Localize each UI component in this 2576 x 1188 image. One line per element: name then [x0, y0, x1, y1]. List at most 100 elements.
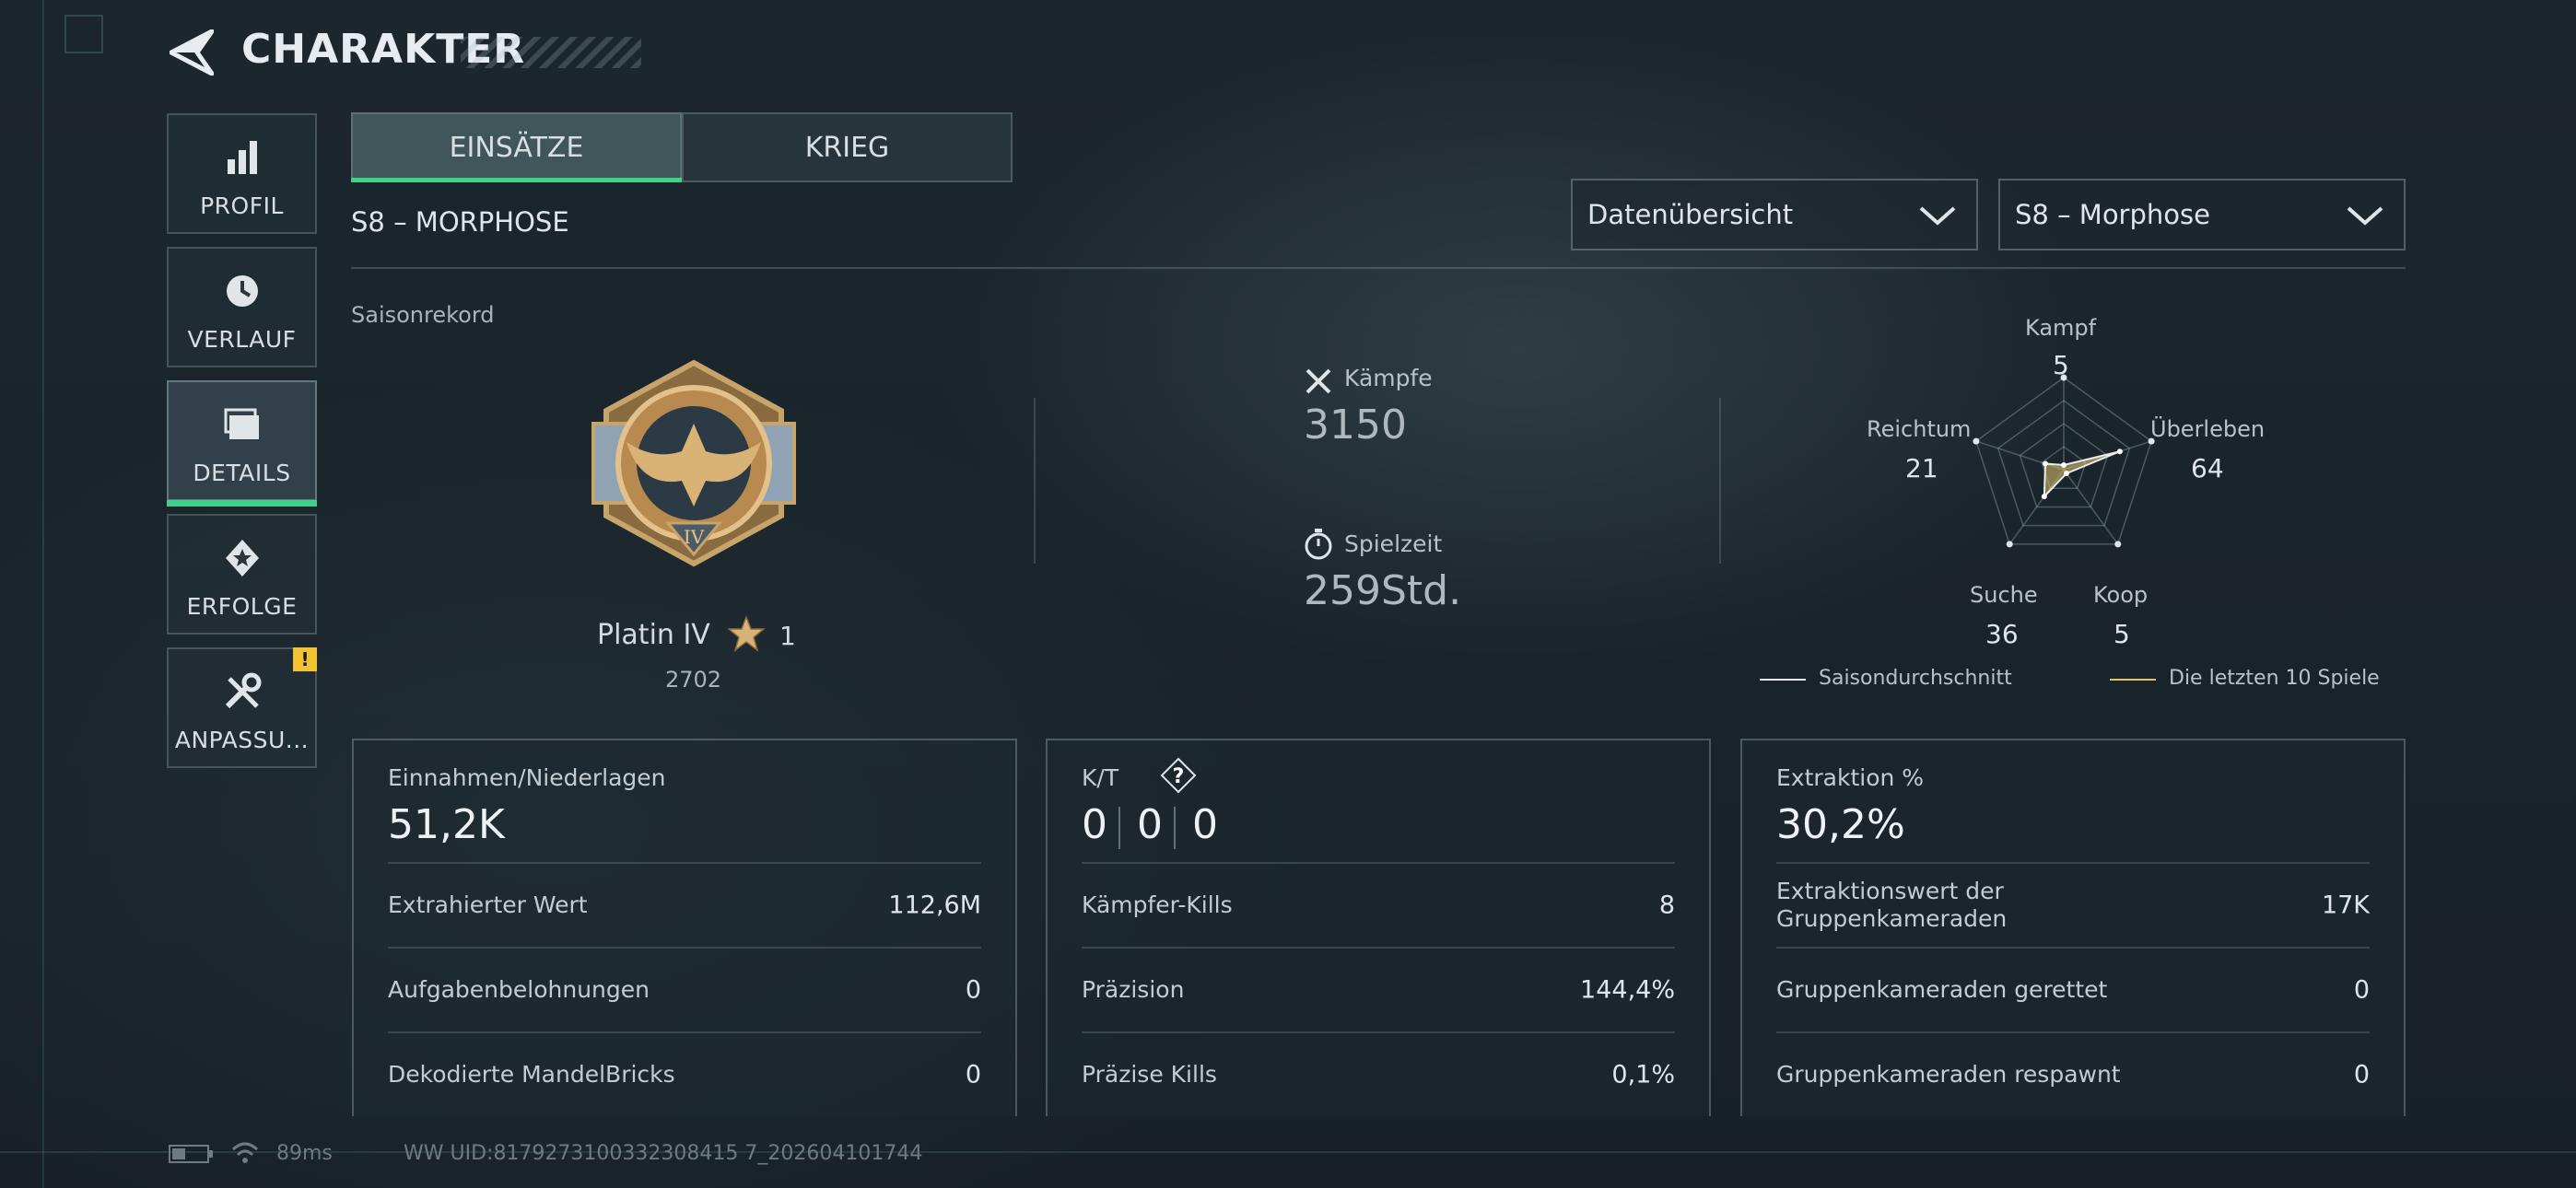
view-dropdown[interactable]: Datenübersicht	[1571, 179, 1978, 250]
sidebar-item-label: PROFIL	[200, 192, 284, 219]
stat-row-value: 17K	[2321, 891, 2370, 920]
folder-icon	[224, 408, 259, 439]
hud-corner-box	[64, 15, 103, 53]
stat-row-value: 8	[1658, 891, 1675, 920]
sidebar-item-label: DETAILS	[193, 460, 291, 486]
battery-icon	[169, 1145, 213, 1163]
ping-readout: 89ms	[276, 1142, 333, 1165]
radar-value-koop: 5	[2113, 619, 2130, 649]
radar-axis-tip	[1973, 437, 1980, 445]
history-icon	[226, 275, 258, 307]
help-icon[interactable]: ?	[1160, 757, 1197, 794]
stat-row-value: 112,6M	[888, 891, 981, 920]
stat-row-label: Kämpfer-Kills	[1082, 891, 1233, 918]
stat-row-label: Extrahierter Wert	[388, 891, 588, 918]
stat-row-value: 144,4%	[1580, 975, 1675, 1005]
radar-value-reichtum: 21	[1905, 453, 1938, 483]
radar-point	[2043, 460, 2049, 467]
legend-avg-label: Saisondurchschnitt	[1819, 667, 2012, 690]
playtime-value: 259Std.	[1304, 567, 1462, 614]
title-decoration	[461, 37, 641, 68]
radar-axis-tip	[2006, 541, 2013, 548]
sidebar-item-verlauf[interactable]: VERLAUF	[167, 247, 317, 367]
stat-row: Gruppenkameraden respawnt 0	[1776, 1031, 2370, 1116]
chevron-down-icon	[2347, 206, 2383, 226]
kd-kills: 0	[1082, 801, 1107, 848]
sidebar-item-details[interactable]: DETAILS	[167, 380, 317, 507]
fights-label: Kämpfe	[1344, 365, 1433, 391]
stat-row-label: Gruppenkameraden gerettet	[1776, 976, 2108, 1003]
chevron-down-icon	[1919, 206, 1956, 226]
medal-numeral: IV	[684, 526, 705, 548]
stat-row-value: 0	[965, 1060, 981, 1089]
rank-name: Platin IV	[597, 619, 710, 651]
stat-row: Präzision 144,4%	[1082, 947, 1675, 1031]
legend-recent-label: Die letzten 10 Spiele	[2169, 667, 2380, 690]
sidebar-item-erfolge[interactable]: ERFOLGE	[167, 514, 317, 635]
help-glyph: ?	[1173, 765, 1185, 788]
income-card: Einnahmen/Niederlagen 51,2K Extrahierter…	[352, 739, 1017, 1116]
back-arrow-icon[interactable]	[170, 29, 214, 76]
crossed-swords-icon	[1306, 368, 1331, 394]
sidebar-item-label: ANPASSU...	[174, 727, 310, 753]
radar-point	[2041, 494, 2047, 500]
stat-row: Dekodierte MandelBricks 0	[388, 1031, 981, 1116]
stat-row: Extrahierter Wert 112,6M	[388, 862, 981, 947]
stat-row: Extraktionswert der Gruppenkameraden 17K	[1776, 862, 2370, 947]
radar-label-kampf: Kampf	[2025, 315, 2097, 341]
radar-axis-tip	[2114, 541, 2122, 548]
legend-recent-line	[2110, 679, 2156, 681]
hud-line-left	[42, 0, 44, 1188]
stat-row-label: Dekodierte MandelBricks	[388, 1061, 675, 1088]
extraction-value: 30,2%	[1776, 801, 1905, 848]
sidebar-item-label: ERFOLGE	[186, 593, 298, 620]
divider	[1174, 807, 1176, 849]
stat-row: Gruppenkameraden gerettet 0	[1776, 947, 2370, 1031]
rank-points: 2702	[665, 667, 722, 693]
tab-einsaetze[interactable]: EINSÄTZE	[351, 112, 682, 182]
season-title: S8 – MORPHOSE	[351, 206, 569, 238]
tools-icon	[225, 672, 261, 709]
stat-row-label: Präzision	[1082, 976, 1185, 1003]
radar-value-suche: 36	[1985, 619, 2019, 649]
tab-krieg[interactable]: KRIEG	[682, 112, 1013, 182]
radar-point	[2061, 462, 2067, 468]
stat-row-label: Präzise Kills	[1082, 1061, 1217, 1088]
rank-star-count: 1	[779, 621, 796, 651]
stat-row-value: 0	[2353, 975, 2370, 1005]
sidebar-item-anpassung[interactable]: ANPASSU... !	[167, 647, 317, 768]
season-record-label: Saisonrekord	[351, 302, 495, 328]
legend-avg-line	[1760, 679, 1806, 681]
stat-row: Kämpfer-Kills 8	[1082, 862, 1675, 947]
radar-label-ueberleben: Überleben	[2150, 416, 2266, 442]
divider	[351, 267, 2406, 269]
stat-row-value: 0,1%	[1611, 1060, 1675, 1089]
sidebar-item-profil[interactable]: PROFIL	[167, 113, 317, 234]
uid-readout: WW UID:8179273100332308415 7_20260410174…	[404, 1142, 923, 1165]
income-value: 51,2K	[388, 801, 505, 848]
kd-header: K/T	[1082, 764, 1119, 791]
radar-label-koop: Koop	[2093, 582, 2149, 608]
kd-assists: 0	[1192, 801, 1218, 848]
bar-chart-icon	[227, 141, 257, 174]
warning-badge: !	[293, 647, 317, 671]
extraction-card: Extraktion % 30,2% Extraktionswert der G…	[1740, 739, 2406, 1116]
platinum-medal-icon: IV	[591, 359, 796, 567]
season-dropdown[interactable]: S8 – Morphose	[1998, 179, 2406, 250]
radar-point	[2063, 471, 2069, 477]
radar-value-kampf: 5	[2053, 350, 2069, 380]
achievement-icon	[225, 540, 259, 577]
stat-row: Präzise Kills 0,1%	[1082, 1031, 1675, 1116]
stat-row-label: Aufgabenbelohnungen	[388, 976, 650, 1003]
view-dropdown-value: Datenübersicht	[1587, 199, 1794, 230]
divider	[1719, 398, 1721, 564]
wifi-icon	[231, 1142, 259, 1163]
radar-label-reichtum: Reichtum	[1867, 416, 1972, 442]
stopwatch-icon	[1305, 529, 1332, 560]
stat-row: Aufgabenbelohnungen 0	[388, 947, 981, 1031]
radar-chart	[1973, 374, 2155, 548]
stat-row-value: 0	[2353, 1060, 2370, 1089]
star-icon	[728, 615, 765, 652]
income-header: Einnahmen/Niederlagen	[388, 764, 666, 791]
stat-row-value: 0	[965, 975, 981, 1005]
